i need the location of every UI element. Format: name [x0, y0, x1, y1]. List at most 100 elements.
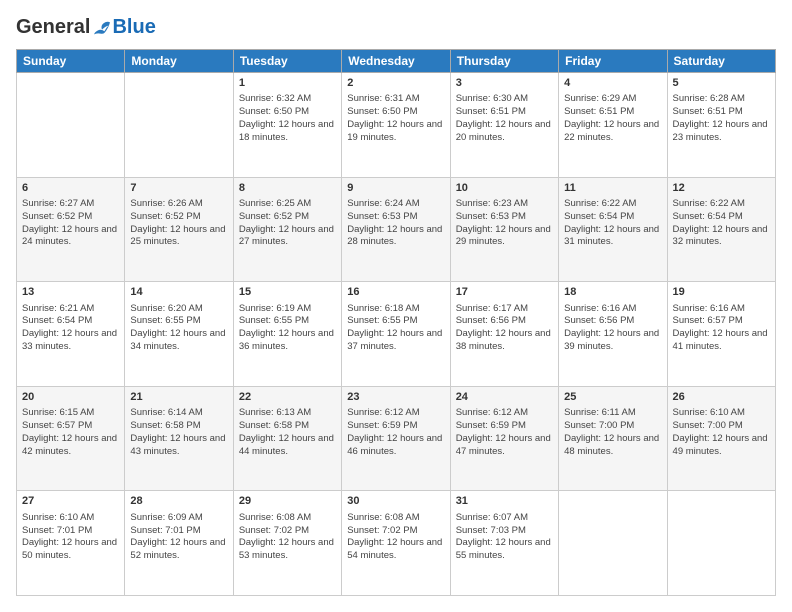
calendar-cell: 16Sunrise: 6:18 AMSunset: 6:55 PMDayligh…: [342, 282, 450, 387]
cell-info: Sunrise: 6:11 AMSunset: 7:00 PMDaylight:…: [564, 407, 661, 458]
calendar-cell: [125, 73, 233, 178]
day-number: 24: [456, 390, 553, 405]
day-number: 19: [673, 285, 770, 300]
cell-info: Sunrise: 6:08 AMSunset: 7:02 PMDaylight:…: [239, 512, 336, 563]
cell-info: Sunrise: 6:18 AMSunset: 6:55 PMDaylight:…: [347, 303, 444, 354]
day-number: 20: [22, 390, 119, 405]
cell-info: Sunrise: 6:23 AMSunset: 6:53 PMDaylight:…: [456, 198, 553, 249]
cell-info: Sunrise: 6:17 AMSunset: 6:56 PMDaylight:…: [456, 303, 553, 354]
day-header-saturday: Saturday: [667, 50, 775, 73]
day-number: 27: [22, 494, 119, 509]
calendar-week-row: 27 Sunrise: 6:10 AMSunset: 7:01 PMDayligh…: [17, 491, 776, 596]
calendar-table: SundayMondayTuesdayWednesdayThursdayFrid…: [16, 49, 776, 596]
day-number: 28: [130, 494, 227, 509]
cell-info: Sunrise: 6:10 AMSunset: 7:01 PMDaylight:…: [22, 512, 119, 563]
calendar-cell: 26Sunrise: 6:10 AMSunset: 7:00 PMDayligh…: [667, 386, 775, 491]
calendar-cell: 11Sunrise: 6:22 AMSunset: 6:54 PMDayligh…: [559, 177, 667, 282]
cell-info: Sunrise: 6:26 AMSunset: 6:52 PMDaylight:…: [130, 198, 227, 249]
cell-info: Sunrise: 6:22 AMSunset: 6:54 PMDaylight:…: [673, 198, 770, 249]
day-header-thursday: Thursday: [450, 50, 558, 73]
cell-info: Sunrise: 6:20 AMSunset: 6:55 PMDaylight:…: [130, 303, 227, 354]
calendar-cell: 22 Sunrise: 6:13 AMSunset: 6:58 PMDayligh…: [233, 386, 341, 491]
calendar-cell: 29 Sunrise: 6:08 AMSunset: 7:02 PMDayligh…: [233, 491, 341, 596]
calendar-cell: [559, 491, 667, 596]
calendar-cell: 4 Sunrise: 6:29 AMSunset: 6:51 PMDaylight…: [559, 73, 667, 178]
calendar-cell: 3Sunrise: 6:30 AMSunset: 6:51 PMDaylight…: [450, 73, 558, 178]
calendar-cell: 14 Sunrise: 6:20 AMSunset: 6:55 PMDayligh…: [125, 282, 233, 387]
cell-info: Sunrise: 6:24 AMSunset: 6:53 PMDaylight:…: [347, 198, 444, 249]
calendar-cell: 10Sunrise: 6:23 AMSunset: 6:53 PMDayligh…: [450, 177, 558, 282]
cell-info: Sunrise: 6:29 AMSunset: 6:51 PMDaylight:…: [564, 93, 661, 144]
calendar-cell: 23Sunrise: 6:12 AMSunset: 6:59 PMDayligh…: [342, 386, 450, 491]
cell-info: Sunrise: 6:27 AMSunset: 6:52 PMDaylight:…: [22, 198, 119, 249]
calendar-cell: 25Sunrise: 6:11 AMSunset: 7:00 PMDayligh…: [559, 386, 667, 491]
day-number: 12: [673, 181, 770, 196]
cell-info: Sunrise: 6:32 AMSunset: 6:50 PMDaylight:…: [239, 93, 336, 144]
day-number: 15: [239, 285, 336, 300]
calendar-header-row: SundayMondayTuesdayWednesdayThursdayFrid…: [17, 50, 776, 73]
day-number: 23: [347, 390, 444, 405]
logo: General Blue: [16, 16, 156, 39]
day-number: 14: [130, 285, 227, 300]
calendar-cell: 19 Sunrise: 6:16 AMSunset: 6:57 PMDayligh…: [667, 282, 775, 387]
day-number: 7: [130, 181, 227, 196]
day-number: 22: [239, 390, 336, 405]
calendar-cell: [667, 491, 775, 596]
cell-info: Sunrise: 6:07 AMSunset: 7:03 PMDaylight:…: [456, 512, 553, 563]
calendar-cell: 12 Sunrise: 6:22 AMSunset: 6:54 PMDayligh…: [667, 177, 775, 282]
cell-info: Sunrise: 6:15 AMSunset: 6:57 PMDaylight:…: [22, 407, 119, 458]
day-number: 9: [347, 181, 444, 196]
day-number: 4: [564, 76, 661, 91]
cell-info: Sunrise: 6:16 AMSunset: 6:56 PMDaylight:…: [564, 303, 661, 354]
calendar-cell: 13 Sunrise: 6:21 AMSunset: 6:54 PMDayligh…: [17, 282, 125, 387]
day-header-sunday: Sunday: [17, 50, 125, 73]
day-number: 8: [239, 181, 336, 196]
page-header: General Blue: [16, 16, 776, 39]
day-header-friday: Friday: [559, 50, 667, 73]
logo-bird-icon: [92, 20, 112, 36]
calendar-cell: 20 Sunrise: 6:15 AMSunset: 6:57 PMDayligh…: [17, 386, 125, 491]
cell-info: Sunrise: 6:08 AMSunset: 7:02 PMDaylight:…: [347, 512, 444, 563]
calendar-cell: 28Sunrise: 6:09 AMSunset: 7:01 PMDayligh…: [125, 491, 233, 596]
day-number: 13: [22, 285, 119, 300]
cell-info: Sunrise: 6:21 AMSunset: 6:54 PMDaylight:…: [22, 303, 119, 354]
day-number: 29: [239, 494, 336, 509]
calendar-cell: 5 Sunrise: 6:28 AMSunset: 6:51 PMDaylight…: [667, 73, 775, 178]
calendar-cell: 6 Sunrise: 6:27 AMSunset: 6:52 PMDaylight…: [17, 177, 125, 282]
calendar-week-row: 20 Sunrise: 6:15 AMSunset: 6:57 PMDayligh…: [17, 386, 776, 491]
day-number: 31: [456, 494, 553, 509]
calendar-cell: 1 Sunrise: 6:32 AMSunset: 6:50 PMDaylight…: [233, 73, 341, 178]
logo-blue-text: Blue: [112, 16, 155, 39]
calendar-cell: [17, 73, 125, 178]
day-number: 18: [564, 285, 661, 300]
calendar-week-row: 6 Sunrise: 6:27 AMSunset: 6:52 PMDaylight…: [17, 177, 776, 282]
calendar-cell: 24Sunrise: 6:12 AMSunset: 6:59 PMDayligh…: [450, 386, 558, 491]
day-number: 5: [673, 76, 770, 91]
calendar-cell: 2 Sunrise: 6:31 AMSunset: 6:50 PMDaylight…: [342, 73, 450, 178]
calendar-cell: 9 Sunrise: 6:24 AMSunset: 6:53 PMDaylight…: [342, 177, 450, 282]
cell-info: Sunrise: 6:28 AMSunset: 6:51 PMDaylight:…: [673, 93, 770, 144]
calendar-cell: 17 Sunrise: 6:17 AMSunset: 6:56 PMDayligh…: [450, 282, 558, 387]
cell-info: Sunrise: 6:16 AMSunset: 6:57 PMDaylight:…: [673, 303, 770, 354]
cell-info: Sunrise: 6:19 AMSunset: 6:55 PMDaylight:…: [239, 303, 336, 354]
cell-info: Sunrise: 6:25 AMSunset: 6:52 PMDaylight:…: [239, 198, 336, 249]
day-number: 1: [239, 76, 336, 91]
calendar-week-row: 1 Sunrise: 6:32 AMSunset: 6:50 PMDaylight…: [17, 73, 776, 178]
calendar-cell: 8 Sunrise: 6:25 AMSunset: 6:52 PMDaylight…: [233, 177, 341, 282]
cell-info: Sunrise: 6:13 AMSunset: 6:58 PMDaylight:…: [239, 407, 336, 458]
day-number: 6: [22, 181, 119, 196]
day-number: 3: [456, 76, 553, 91]
day-number: 26: [673, 390, 770, 405]
day-header-tuesday: Tuesday: [233, 50, 341, 73]
calendar-cell: 31 Sunrise: 6:07 AMSunset: 7:03 PMDayligh…: [450, 491, 558, 596]
day-number: 2: [347, 76, 444, 91]
day-number: 21: [130, 390, 227, 405]
calendar-cell: 15 Sunrise: 6:19 AMSunset: 6:55 PMDayligh…: [233, 282, 341, 387]
calendar-cell: 18 Sunrise: 6:16 AMSunset: 6:56 PMDayligh…: [559, 282, 667, 387]
day-number: 17: [456, 285, 553, 300]
calendar-cell: 30 Sunrise: 6:08 AMSunset: 7:02 PMDayligh…: [342, 491, 450, 596]
logo-general-text: General: [16, 16, 90, 39]
cell-info: Sunrise: 6:31 AMSunset: 6:50 PMDaylight:…: [347, 93, 444, 144]
day-number: 30: [347, 494, 444, 509]
calendar-cell: 27 Sunrise: 6:10 AMSunset: 7:01 PMDayligh…: [17, 491, 125, 596]
